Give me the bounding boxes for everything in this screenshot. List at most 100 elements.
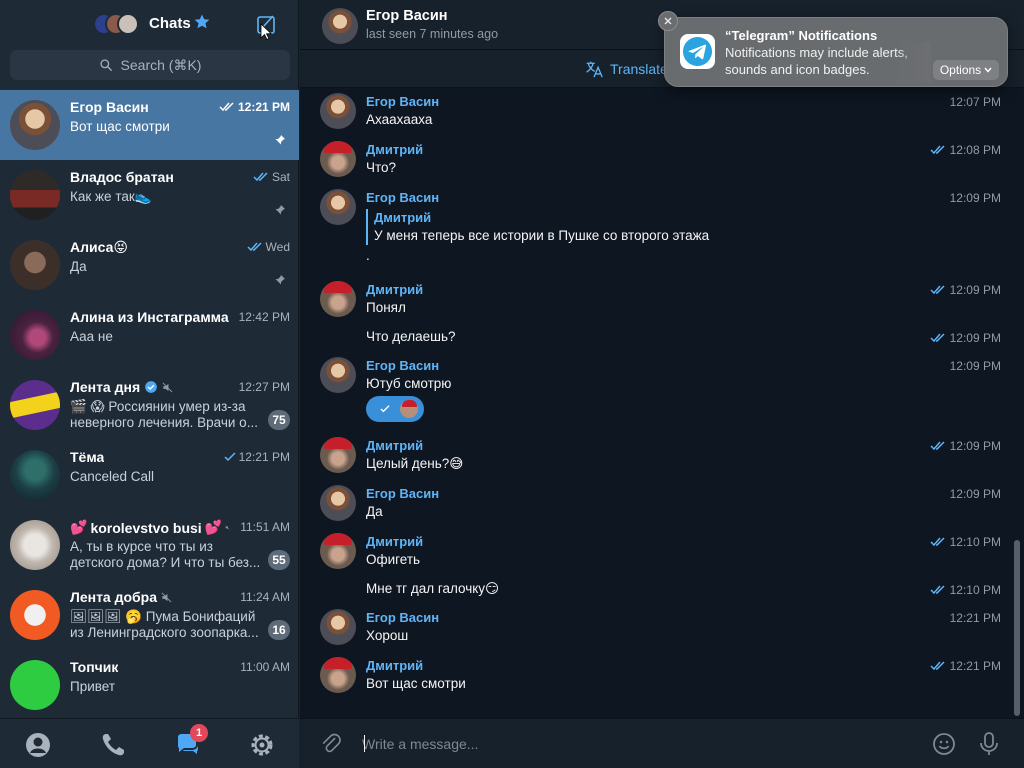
chat-item-korolevstvo-busi[interactable]: 💕 korolevstvo busi 💕 11:51 AM А, ты в курс… [0,510,299,580]
message-author: Егор Васин [366,190,440,205]
settings-icon[interactable] [248,731,276,759]
double-check-icon [253,172,268,182]
search-placeholder: Search (⌘K) [120,56,202,73]
chat-time: 11:00 AM [240,660,290,674]
message-time: 12:10 PM [930,583,1001,597]
contacts-icon[interactable] [24,731,52,759]
translate-button[interactable]: Translate [584,60,668,78]
pin-icon [275,275,285,285]
chat-preview: А, ты в курсе что ты из детского дома? И… [70,539,261,570]
calls-icon[interactable] [99,731,127,759]
message-time: 12:10 PM [930,535,1001,549]
emoji-icon[interactable] [932,732,956,756]
chat-time: 12:42 PM [238,310,290,324]
double-check-icon [930,285,945,295]
message: Дмитрий Офигеть 12:10 PM [300,531,1014,577]
message-time: 12:21 PM [949,611,1001,625]
sidebar-tabs [0,718,299,768]
chat-name: Алина из Инстаграмма [70,309,229,325]
pin-icon [275,205,285,215]
mute-icon [225,525,230,530]
message-time: 12:09 PM [949,359,1001,373]
chats-title: Chats [149,15,191,32]
microphone-icon[interactable] [978,731,1000,757]
reply-quote[interactable]: Дмитрий У меня теперь все истории в Пушк… [366,209,709,245]
reaction-chip[interactable] [366,396,424,422]
scrollbar[interactable] [1014,540,1020,716]
double-check-icon [247,242,262,252]
notification-options-button[interactable]: Options [933,60,999,80]
chat-time: 11:51 AM [240,520,290,534]
message-time: 12:09 PM [930,331,1001,345]
double-check-icon [930,333,945,343]
chat-item-topchik[interactable]: Топчик 11:00 AM Привет [0,650,299,718]
chats-tab-badge: 1 [190,724,208,742]
message-text: Ютуб смотрю [366,376,452,391]
message-time: 12:09 PM [930,283,1001,297]
avatar [320,485,356,521]
chat-time: 12:27 PM [238,380,290,394]
message: Егор Васин Ахаахааха 12:07 PM [300,91,1014,137]
chat-preview: Вот щас смотри [70,119,170,134]
avatar [10,170,60,220]
folder-avatar [117,13,139,35]
folder-avatars[interactable] [93,13,143,37]
avatar [10,380,60,430]
sidebar-header: Chats [0,0,299,48]
composer [300,718,1024,768]
message-time: 12:09 PM [949,191,1001,205]
double-check-icon [930,441,945,451]
pin-icon [275,135,285,145]
compose-icon[interactable] [256,14,278,40]
avatar [10,310,60,360]
message-text: Что делаешь? [366,329,456,344]
chat-panel: Егор Васин last seen 7 minutes ago Trans… [300,0,1024,768]
notification-close-button[interactable] [658,11,678,31]
chat-item-alina[interactable]: Алина из Инстаграмма 12:42 PM Ааа не [0,300,299,370]
message-time: 12:21 PM [930,659,1001,673]
message-input[interactable] [362,733,922,755]
message: Мне тг дал галочку😏 12:10 PM [300,579,1014,607]
double-check-icon [219,102,234,112]
chat-name: Лента дня [70,379,173,395]
attach-icon[interactable] [320,732,342,756]
avatar [320,437,356,473]
message: Егор Васин Да 12:09 PM [300,483,1014,529]
message: Егор Васин Хорош 12:21 PM [300,607,1014,653]
chat-preview: Canceled Call [70,469,155,484]
search-icon [99,59,112,71]
avatar[interactable] [322,8,358,44]
message-time: 12:09 PM [949,487,1001,501]
system-notification[interactable]: “Telegram” Notifications Notifications m… [664,17,1008,87]
avatar [320,189,356,225]
message-text: Ахаахааха [366,112,433,127]
chat-item-lenta-dnya[interactable]: Лента дня 12:27 PM 🎬 😱 Россиянин умер из… [0,370,299,440]
text-caret [364,735,365,752]
chat-item-lenta-dobra[interactable]: Лента добра 11:24 AM 🖼🖼🖼 🥱 Пума Бонифаци… [0,580,299,650]
chat-item-vlados[interactable]: Владос братан Sat Как же так👟 [0,160,299,230]
chat-name: Алиса😝 [70,239,128,255]
chevron-down-icon [984,67,992,73]
chat-preview: Да [70,259,87,274]
avatar [320,93,356,129]
message-list: Егор Васин Ахаахааха 12:07 PM Дмитрий Чт… [300,89,1014,717]
message-text: . [366,248,370,263]
message-time: 12:07 PM [949,95,1001,109]
search-input[interactable]: Search (⌘K) [10,50,290,80]
message-author: Дмитрий [366,282,424,297]
double-check-icon [930,661,945,671]
star-icon[interactable] [193,13,211,31]
chat-item-alisa[interactable]: Алиса😝 Wed Да [0,230,299,300]
chat-time: 12:21 PM [219,100,290,114]
message-author: Егор Васин [366,358,440,373]
message-text: Что? [366,160,397,175]
sidebar: Chats Search (⌘K) Егор Васин 12:21 PM Во… [0,0,299,768]
chat-item-egor[interactable]: Егор Васин 12:21 PM Вот щас смотри [0,90,299,160]
unread-badge: 16 [268,620,290,640]
notification-fade [895,42,931,82]
reaction-avatar [399,399,419,419]
chat-status: last seen 7 minutes ago [366,27,499,41]
message: Дмитрий Что? 12:08 PM [300,139,1014,185]
chat-item-tema[interactable]: Тёма 12:21 PM Canceled Call [0,440,299,510]
avatar [10,660,60,710]
